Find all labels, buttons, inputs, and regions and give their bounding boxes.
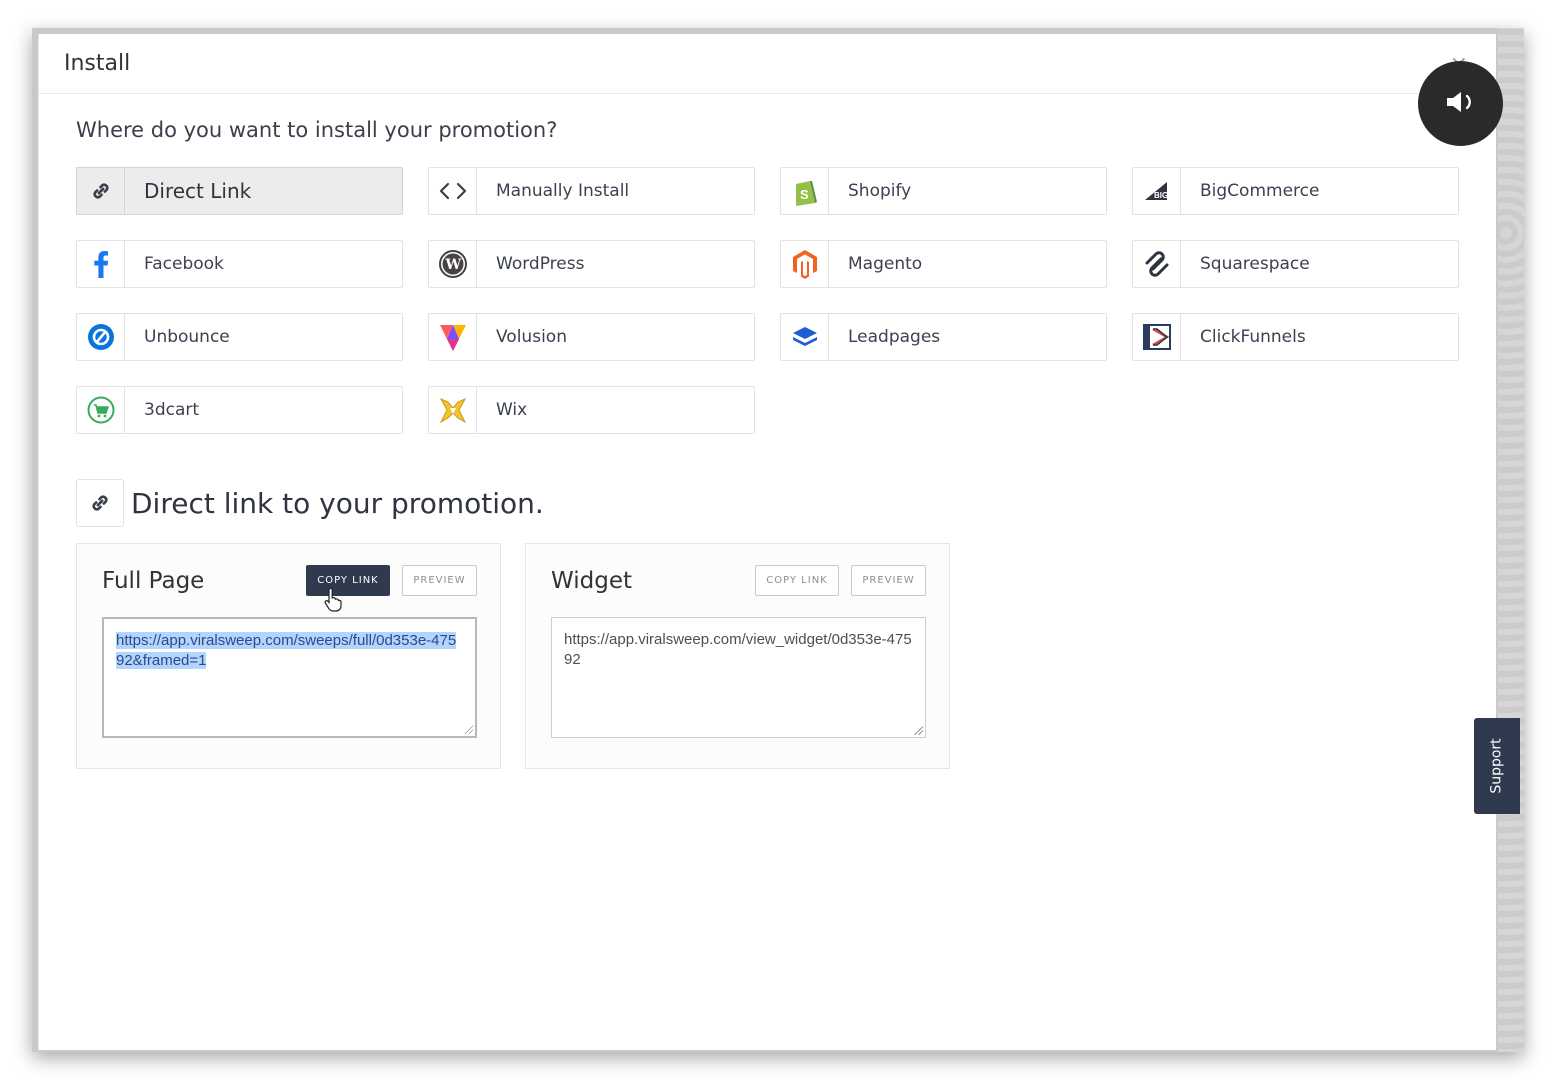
resize-handle-icon[interactable] — [913, 725, 923, 735]
speaker-icon — [1443, 87, 1479, 121]
platform-3dcart[interactable]: 3dcart — [76, 386, 403, 434]
platform-leadpages[interactable]: Leadpages — [780, 313, 1107, 361]
platform-label: Leadpages — [848, 327, 941, 347]
platform-unbounce[interactable]: Unbounce — [76, 313, 403, 361]
platform-label: Shopify — [848, 181, 912, 201]
platform-direct-link[interactable]: Direct Link — [76, 167, 403, 215]
widget-preview-button[interactable]: PREVIEW — [851, 565, 926, 596]
direct-link-heading: Direct link to your promotion. — [76, 479, 544, 527]
unbounce-icon — [77, 314, 125, 360]
svg-text:S: S — [800, 187, 809, 202]
widget-url-text: https://app.viralsweep.com/view_widget/0… — [564, 631, 912, 668]
platform-label: Unbounce — [144, 327, 230, 347]
wordpress-icon: W — [429, 241, 477, 287]
platform-grid: Direct Link Manually Install S Shopify B… — [76, 167, 1459, 434]
full-page-title: Full Page — [102, 568, 205, 594]
resize-handle-icon[interactable] — [463, 724, 473, 734]
clickfunnels-icon — [1133, 314, 1181, 360]
widget-title: Widget — [551, 568, 632, 594]
platform-label: BigCommerce — [1200, 181, 1320, 201]
platform-wordpress[interactable]: W WordPress — [428, 240, 755, 288]
widget-copy-link-button[interactable]: COPY LINK — [755, 565, 839, 596]
code-icon — [429, 168, 477, 214]
modal-title: Install — [64, 51, 131, 76]
support-tab-label: Support — [1489, 738, 1505, 794]
platform-label: Facebook — [144, 254, 224, 274]
magento-icon — [781, 241, 829, 287]
install-modal: Install × Where do you want to install y… — [38, 34, 1496, 1050]
platform-label: Volusion — [496, 327, 567, 347]
link-icon — [77, 168, 125, 214]
sound-toggle-button[interactable] — [1418, 61, 1503, 146]
full-page-url-textarea[interactable]: https://app.viralsweep.com/sweeps/full/0… — [102, 617, 477, 738]
widget-card: Widget COPY LINK PREVIEW https://app.vir… — [525, 543, 950, 769]
platform-label: ClickFunnels — [1200, 327, 1306, 347]
bigcommerce-icon: BIG — [1133, 168, 1181, 214]
platform-clickfunnels[interactable]: ClickFunnels — [1132, 313, 1459, 361]
wix-icon — [429, 387, 477, 433]
direct-link-heading-text: Direct link to your promotion. — [131, 486, 544, 520]
platform-magento[interactable]: Magento — [780, 240, 1107, 288]
full-page-preview-button[interactable]: PREVIEW — [402, 565, 477, 596]
platform-label: Direct Link — [144, 179, 252, 203]
platform-label: Squarespace — [1200, 254, 1310, 274]
full-page-copy-link-button[interactable]: COPY LINK — [306, 565, 390, 596]
platform-volusion[interactable]: Volusion — [428, 313, 755, 361]
platform-label: Manually Install — [496, 181, 630, 201]
svg-text:W: W — [444, 257, 461, 273]
install-question: Where do you want to install your promot… — [76, 118, 558, 142]
platform-label: Magento — [848, 254, 923, 274]
modal-header: Install — [39, 34, 1496, 94]
svg-text:BIG: BIG — [1154, 191, 1168, 200]
platform-shopify[interactable]: S Shopify — [780, 167, 1107, 215]
platform-label: Wix — [496, 400, 528, 420]
platform-bigcommerce[interactable]: BIG BigCommerce — [1132, 167, 1459, 215]
3dcart-icon — [77, 387, 125, 433]
platform-label: 3dcart — [144, 400, 200, 420]
platform-facebook[interactable]: Facebook — [76, 240, 403, 288]
squarespace-icon — [1133, 241, 1181, 287]
platform-manually-install[interactable]: Manually Install — [428, 167, 755, 215]
facebook-icon — [77, 241, 125, 287]
full-page-card: Full Page COPY LINK PREVIEW https://app.… — [76, 543, 501, 769]
full-page-url-text: https://app.viralsweep.com/sweeps/full/0… — [116, 632, 457, 669]
hand-cursor-icon — [322, 587, 344, 616]
link-icon — [76, 479, 124, 527]
platform-squarespace[interactable]: Squarespace — [1132, 240, 1459, 288]
support-tab[interactable]: Support — [1474, 718, 1520, 814]
platform-label: WordPress — [496, 254, 585, 274]
platform-wix[interactable]: Wix — [428, 386, 755, 434]
widget-url-textarea[interactable]: https://app.viralsweep.com/view_widget/0… — [551, 617, 926, 738]
leadpages-icon — [781, 314, 829, 360]
shopify-icon: S — [781, 168, 829, 214]
volusion-icon — [429, 314, 477, 360]
